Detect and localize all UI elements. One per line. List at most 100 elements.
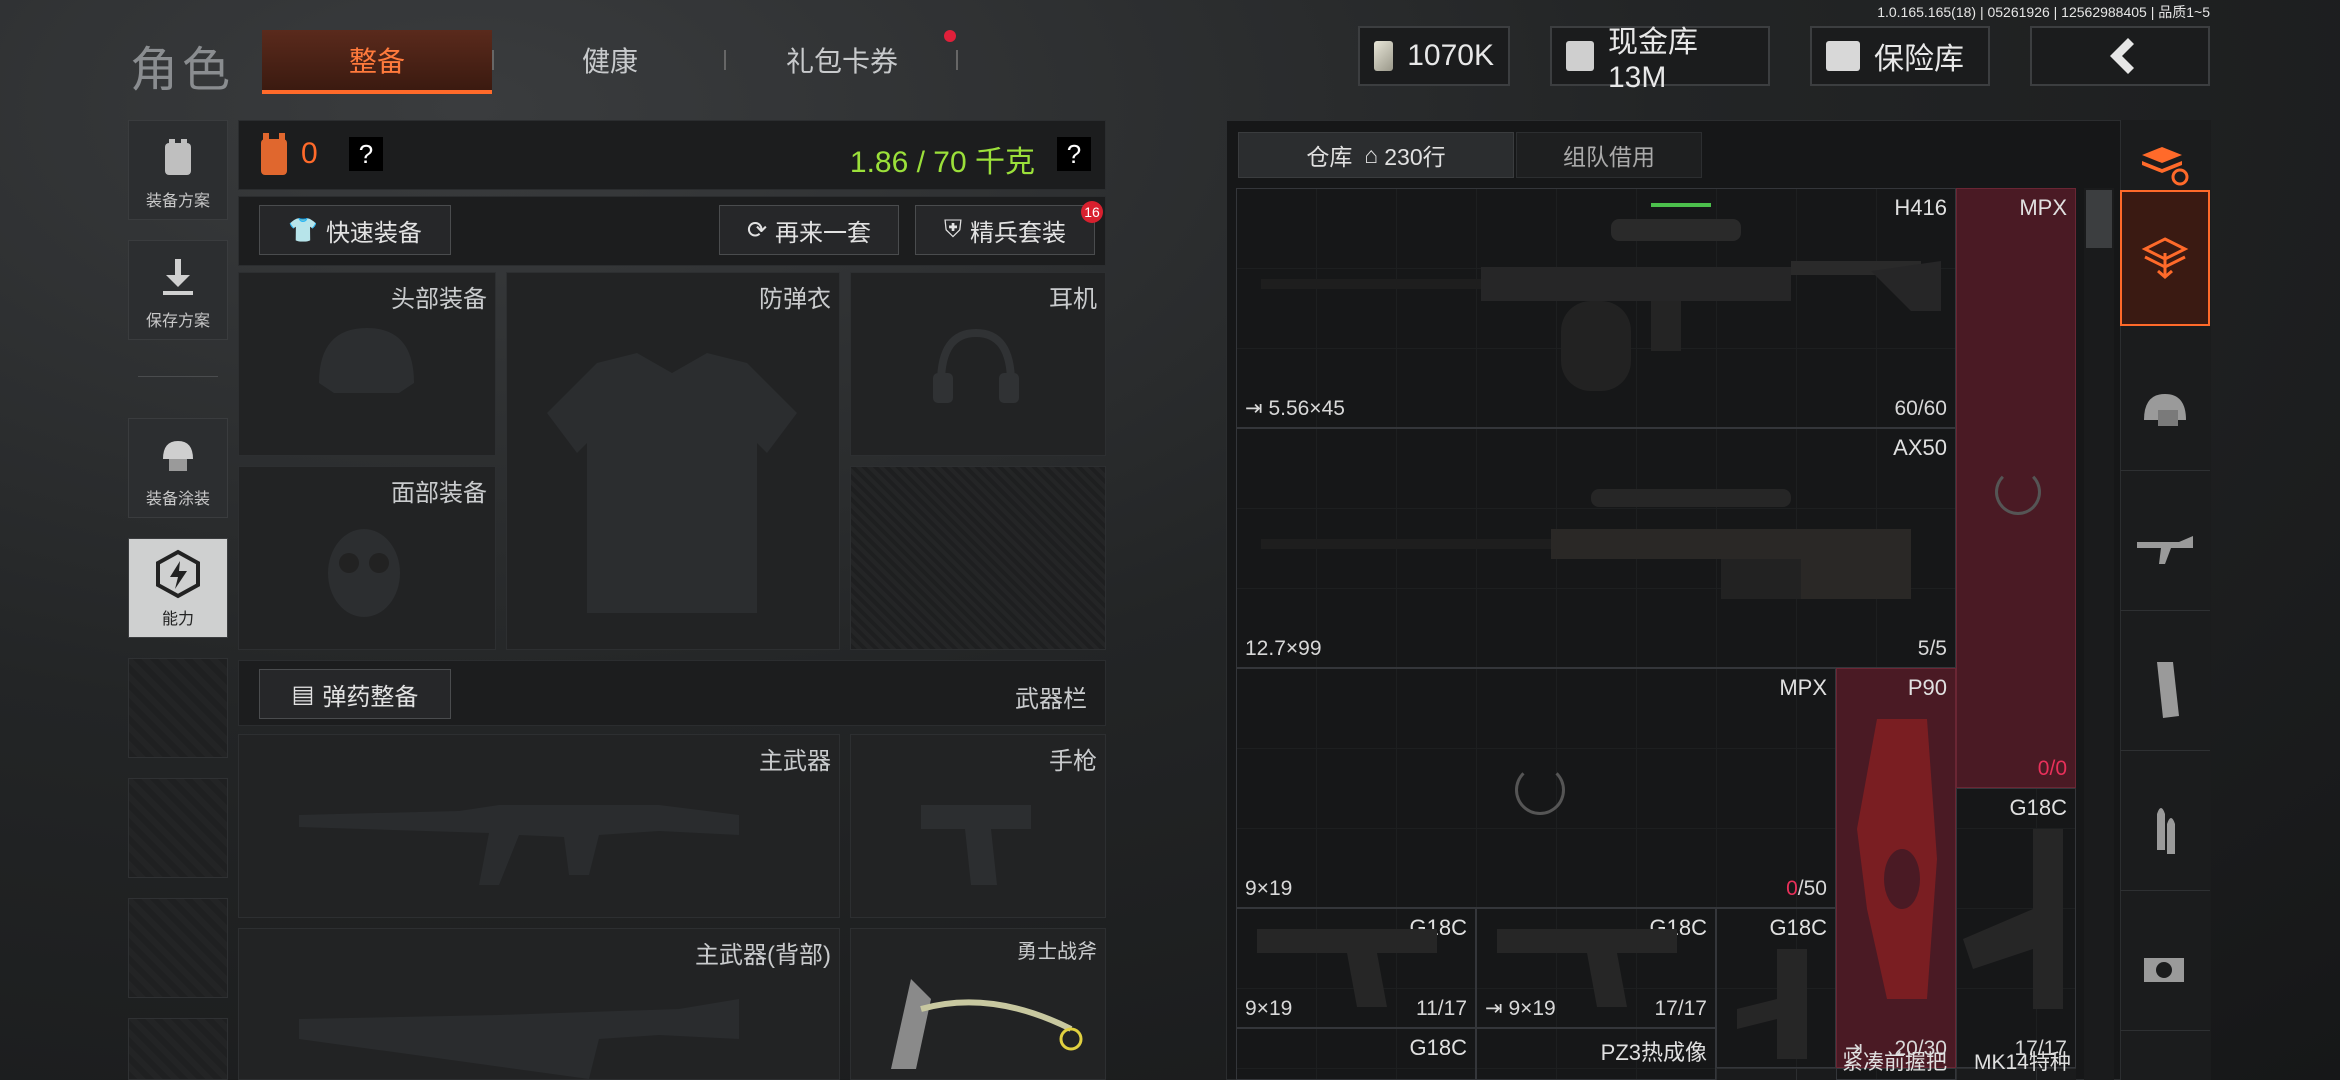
armor-icon xyxy=(261,133,287,175)
rifle-silhouette-icon xyxy=(299,805,739,885)
gasmask-icon xyxy=(328,529,400,617)
item-mpx-reserved[interactable]: MPX 0/0 xyxy=(1956,188,2076,788)
cash-vault-label: 现金库 13M xyxy=(1607,26,1698,94)
item-ammo: 9×19 xyxy=(1245,997,1293,1020)
elite-badge: 16 xyxy=(1081,201,1103,223)
category-attachment[interactable] xyxy=(2120,910,2210,1031)
scrollbar-thumb[interactable] xyxy=(2086,190,2112,248)
again-label: 再来一套 xyxy=(775,219,872,247)
help-icon[interactable]: ? xyxy=(349,137,383,171)
side-paint-label: 装备涂装 xyxy=(145,491,210,508)
item-p90[interactable]: P90 ⇥ 20/30 xyxy=(1836,668,1956,1068)
item-ammo: 9×19 xyxy=(1245,877,1293,900)
side-ability-label: 能力 xyxy=(161,611,194,628)
side-loadout-plan-label: 装备方案 xyxy=(145,193,210,210)
pistol-icon xyxy=(1963,829,2063,1009)
item-count: 0/0 xyxy=(2037,757,2067,780)
ammo-equip-button[interactable]: ▤ 弹药整备 xyxy=(259,669,451,719)
again-button[interactable]: ⟳ 再来一套 xyxy=(719,205,899,255)
slot-face-label: 面部装备 xyxy=(391,480,487,507)
slot-vest[interactable]: 防弹衣 xyxy=(506,272,840,650)
money-display[interactable]: 1070K xyxy=(1358,26,1510,86)
side-paint[interactable]: 装备涂装 xyxy=(128,418,228,518)
side-ability[interactable]: 能力 xyxy=(128,538,228,638)
helmet-icon xyxy=(2144,394,2186,426)
download-icon xyxy=(163,259,193,295)
weight-help-icon[interactable]: ? xyxy=(1057,137,1091,171)
item-pz3-thermal[interactable]: PZ3热成像 xyxy=(1476,1028,1716,1080)
pistol-icon xyxy=(1737,949,1807,1059)
slot-headset-label: 耳机 xyxy=(1049,286,1097,313)
item-g18c[interactable]: G18C 9×19 11/17 xyxy=(1236,908,1476,1028)
category-rifle[interactable] xyxy=(2120,490,2210,611)
notification-dot xyxy=(944,30,956,42)
layers-refresh-icon xyxy=(2142,147,2189,186)
item-count: 5/5 xyxy=(1917,637,1947,660)
tab-gift[interactable]: 礼包卡券 xyxy=(727,30,957,90)
item-ammo: ⇥ 9×19 xyxy=(1485,997,1556,1020)
item-name: P90 xyxy=(1907,675,1947,700)
side-save-plan[interactable]: 保存方案 xyxy=(128,240,228,340)
tab-warehouse[interactable]: 仓库 ⌂ 230行 xyxy=(1238,132,1514,178)
storage-grid[interactable]: H416 ⇥ 5.56×45 60/60 MPX 0/0 AX50 12.7×9… xyxy=(1236,188,2076,1080)
quick-actions-bar: 👕 快速装备 ⟳ 再来一套 ⛨ 精兵套装 16 xyxy=(238,196,1106,266)
p90-icon xyxy=(1857,719,1937,999)
helmet-icon xyxy=(319,328,414,393)
sniper-rifle-icon xyxy=(1261,489,1911,599)
storage-scrollbar[interactable] xyxy=(2084,188,2114,1080)
refresh-icon: ⟳ xyxy=(746,216,768,244)
tab-health[interactable]: 健康 xyxy=(495,30,725,90)
item-mpx[interactable]: MPX 9×19 0/50 xyxy=(1236,668,1836,908)
category-stash-active[interactable] xyxy=(2120,190,2210,326)
cash-vault-button[interactable]: 现金库 13M xyxy=(1550,26,1770,94)
back-button[interactable] xyxy=(2030,26,2210,86)
rifle-icon xyxy=(2137,536,2193,564)
magazine-icon xyxy=(2157,662,2179,718)
slot-melee[interactable]: 勇士战斧 xyxy=(850,928,1106,1080)
helmet-paint-icon xyxy=(163,441,193,471)
slot-primary-back[interactable]: 主武器(背部) xyxy=(238,928,840,1080)
safe-button[interactable]: 保险库 xyxy=(1810,26,1990,86)
slot-vest-label: 防弹衣 xyxy=(759,286,831,313)
slot-head-label: 头部装备 xyxy=(391,286,487,313)
side-loadout-plan[interactable]: 装备方案 xyxy=(128,120,228,220)
category-ammo[interactable] xyxy=(2120,770,2210,891)
item-ammo: 12.7×99 xyxy=(1245,637,1322,660)
safe-label: 保险库 xyxy=(1874,43,1964,76)
item-h416[interactable]: H416 ⇥ 5.56×45 60/60 xyxy=(1236,188,1956,428)
slot-pistol[interactable]: 手枪 xyxy=(850,734,1106,918)
ammo-equip-label: 弹药整备 xyxy=(322,683,419,711)
item-ax50[interactable]: AX50 12.7×99 5/5 xyxy=(1236,428,1956,668)
item-name: AX50 xyxy=(1893,435,1947,460)
category-magazine[interactable] xyxy=(2120,630,2210,751)
loadout-header: 0 ? 1.86 / 70 千克 ? xyxy=(238,120,1106,190)
tab-warehouse-label: 仓库 xyxy=(1306,144,1353,170)
pistol-icon xyxy=(1257,929,1437,1007)
slot-headset[interactable]: 耳机 xyxy=(850,272,1106,456)
item-g18c[interactable]: G18C xyxy=(1716,908,1836,1068)
item-mk14-name: MK14特种 xyxy=(1974,1051,2071,1074)
loading-spinner-icon xyxy=(1995,469,2041,515)
item-g18c[interactable]: G18C 17/17 xyxy=(1956,788,2076,1068)
quick-equip-button[interactable]: 👕 快速装备 xyxy=(259,205,451,255)
elite-set-button[interactable]: ⛨ 精兵套装 xyxy=(915,205,1095,255)
slot-head[interactable]: 头部装备 xyxy=(238,272,496,456)
item-g18c[interactable]: G18C xyxy=(1236,1028,1476,1080)
slot-primary[interactable]: 主武器 xyxy=(238,734,840,918)
side-empty-slot xyxy=(128,778,228,878)
money-value: 1070K xyxy=(1407,39,1494,72)
side-empty-slot xyxy=(128,898,228,998)
tab-team-borrow[interactable]: 组队借用 xyxy=(1516,132,1702,178)
axe-icon xyxy=(891,979,1083,1069)
quick-equip-label: 快速装备 xyxy=(325,219,422,247)
slot-pistol-label: 手枪 xyxy=(1049,748,1097,775)
tab-divider xyxy=(724,50,726,70)
item-g18c[interactable]: G18C ⇥ 9×19 17/17 xyxy=(1476,908,1716,1028)
shield-icon: ⛨ xyxy=(944,216,962,243)
slot-empty xyxy=(850,466,1106,650)
tab-equip[interactable]: 整备 xyxy=(262,30,492,94)
slot-face[interactable]: 面部装备 xyxy=(238,466,496,650)
tab-divider xyxy=(956,50,958,70)
category-helmet[interactable] xyxy=(2120,350,2210,471)
home-icon: ⌂ xyxy=(1364,141,1379,168)
